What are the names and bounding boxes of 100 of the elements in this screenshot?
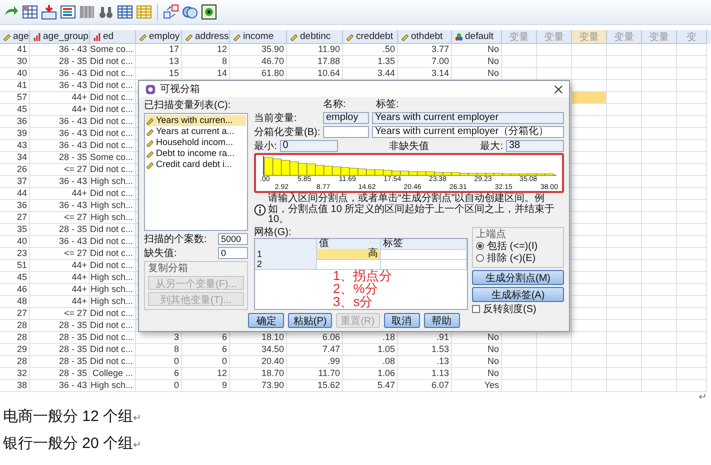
table-cell[interactable] bbox=[572, 176, 607, 188]
column-header[interactable]: othdebt bbox=[398, 30, 452, 44]
close-icon[interactable] bbox=[554, 84, 563, 94]
text-field[interactable]: Years with current employer（分箱化） bbox=[372, 126, 564, 138]
column-header[interactable]: age bbox=[0, 30, 30, 44]
table-cell[interactable] bbox=[607, 284, 642, 296]
table-cell[interactable] bbox=[607, 236, 642, 248]
text-field[interactable]: Years with current employer bbox=[372, 112, 564, 124]
column-header[interactable]: age_group bbox=[30, 30, 90, 44]
table-cell[interactable] bbox=[677, 164, 707, 176]
table-cell[interactable] bbox=[642, 320, 677, 332]
table-cell[interactable] bbox=[642, 68, 677, 80]
table-cell[interactable] bbox=[642, 308, 677, 320]
variable-item[interactable]: Debt to income ra... bbox=[146, 148, 246, 159]
grid-cell[interactable]: 高 bbox=[317, 248, 381, 260]
column-header[interactable]: address bbox=[182, 30, 230, 44]
table-cell[interactable] bbox=[572, 296, 607, 308]
table-cell[interactable] bbox=[607, 356, 642, 368]
table-cell[interactable] bbox=[502, 344, 537, 356]
table-cell[interactable] bbox=[607, 308, 642, 320]
checkbox-option[interactable]: 反转刻度(S) bbox=[472, 304, 564, 314]
table-cell[interactable] bbox=[537, 44, 572, 56]
table-cell[interactable] bbox=[607, 380, 642, 392]
table-cell[interactable] bbox=[502, 380, 537, 392]
table-cell[interactable] bbox=[642, 296, 677, 308]
variable-item[interactable]: Household incom... bbox=[146, 137, 246, 148]
column-header[interactable]: default bbox=[452, 30, 502, 44]
table-cell[interactable] bbox=[677, 152, 707, 164]
table-cell[interactable] bbox=[607, 188, 642, 200]
table-cell[interactable] bbox=[642, 56, 677, 68]
table-cell[interactable] bbox=[607, 80, 642, 92]
table-cell[interactable] bbox=[607, 248, 642, 260]
table-cell[interactable] bbox=[677, 128, 707, 140]
table-cell[interactable] bbox=[677, 200, 707, 212]
table-cell[interactable] bbox=[537, 56, 572, 68]
text-field[interactable]: 0 bbox=[280, 140, 338, 152]
table-cell[interactable] bbox=[502, 56, 537, 68]
table-cell[interactable] bbox=[537, 344, 572, 356]
table-cell[interactable] bbox=[677, 272, 707, 284]
table-cell[interactable] bbox=[642, 224, 677, 236]
table-cell[interactable] bbox=[677, 56, 707, 68]
table-cell[interactable] bbox=[572, 128, 607, 140]
table-cell[interactable] bbox=[642, 260, 677, 272]
table-cell[interactable] bbox=[607, 320, 642, 332]
table-cell[interactable] bbox=[572, 92, 607, 104]
table-cell[interactable] bbox=[537, 380, 572, 392]
table-cell[interactable] bbox=[677, 380, 707, 392]
table-cell[interactable] bbox=[677, 320, 707, 332]
table-cell[interactable] bbox=[677, 212, 707, 224]
text-field[interactable]: 5000 bbox=[218, 233, 248, 245]
table-cell[interactable] bbox=[677, 116, 707, 128]
table-cell[interactable] bbox=[677, 104, 707, 116]
radio-option[interactable]: 排除 (<)(E) bbox=[476, 252, 560, 264]
column-header[interactable]: debtinc bbox=[287, 30, 343, 44]
table-cell[interactable] bbox=[607, 212, 642, 224]
dialog-button[interactable]: 帮助 bbox=[424, 313, 460, 328]
table-cell[interactable] bbox=[607, 296, 642, 308]
table-cell[interactable] bbox=[572, 236, 607, 248]
table-cell[interactable] bbox=[502, 368, 537, 380]
table-cell[interactable] bbox=[642, 116, 677, 128]
table-cell[interactable] bbox=[677, 284, 707, 296]
table-arrow-icon[interactable] bbox=[41, 4, 57, 20]
table-icon[interactable] bbox=[22, 4, 38, 20]
table-cell[interactable] bbox=[642, 248, 677, 260]
text-field[interactable] bbox=[323, 126, 369, 138]
table-cell[interactable] bbox=[677, 368, 707, 380]
table-cell[interactable] bbox=[677, 224, 707, 236]
table-cell[interactable] bbox=[642, 80, 677, 92]
table-cell[interactable] bbox=[642, 200, 677, 212]
binoculars-icon[interactable] bbox=[98, 4, 114, 20]
table-icon[interactable] bbox=[117, 4, 133, 20]
column-header[interactable]: income bbox=[230, 30, 287, 44]
table-cell[interactable] bbox=[642, 92, 677, 104]
table-cell[interactable] bbox=[572, 56, 607, 68]
table-cell[interactable] bbox=[677, 140, 707, 152]
table-cell[interactable] bbox=[642, 332, 677, 344]
table-cell[interactable] bbox=[502, 356, 537, 368]
grid-cell[interactable] bbox=[317, 258, 381, 270]
table-cell[interactable] bbox=[607, 164, 642, 176]
table-cell[interactable] bbox=[677, 308, 707, 320]
variable-item[interactable]: Years with curren... bbox=[146, 115, 246, 126]
table-cell[interactable] bbox=[677, 356, 707, 368]
table-cell[interactable] bbox=[642, 140, 677, 152]
table-cell[interactable] bbox=[572, 284, 607, 296]
table-cell[interactable] bbox=[677, 260, 707, 272]
radio-option[interactable]: 包括 (<=)(I) bbox=[476, 240, 560, 252]
table-cell[interactable] bbox=[677, 296, 707, 308]
table-cell[interactable] bbox=[572, 188, 607, 200]
table-cell[interactable] bbox=[677, 236, 707, 248]
table-cell[interactable] bbox=[607, 92, 642, 104]
grid-icon[interactable] bbox=[163, 4, 179, 20]
table-cell[interactable] bbox=[607, 104, 642, 116]
table-cell[interactable] bbox=[642, 44, 677, 56]
target-icon[interactable] bbox=[201, 4, 217, 20]
table-cell[interactable] bbox=[607, 344, 642, 356]
table-cell[interactable] bbox=[572, 104, 607, 116]
table-cell[interactable] bbox=[607, 260, 642, 272]
dialog-button[interactable]: 取消 bbox=[384, 313, 420, 328]
table-cell[interactable] bbox=[607, 44, 642, 56]
table-cell[interactable] bbox=[677, 332, 707, 344]
